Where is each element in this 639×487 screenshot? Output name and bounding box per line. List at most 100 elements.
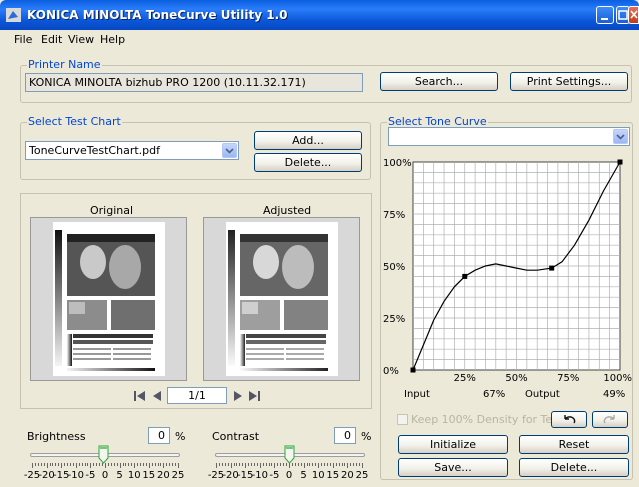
brightness-scale-tick: [102, 463, 104, 466]
chart-x-tick-label: 50%: [505, 373, 527, 384]
keep-density-label: Keep 100% Density for Text: [411, 413, 563, 426]
contrast-scale-label: -10: [251, 470, 268, 481]
contrast-scale-tick: [216, 463, 217, 468]
chevron-down-icon[interactable]: [222, 143, 237, 158]
contrast-scale-tick: [294, 463, 296, 466]
print-settings-button[interactable]: Print Settings...: [510, 72, 628, 91]
title-bar[interactable]: KONICA MINOLTA ToneCurve Utility 1.0: [0, 0, 639, 30]
brightness-scale-tick: [166, 463, 168, 466]
contrast-scale-tick: [341, 463, 343, 466]
brightness-scale-tick: [122, 463, 124, 466]
first-page-icon[interactable]: [133, 390, 147, 402]
brightness-scale-tick: [40, 463, 42, 466]
brightness-scale-tick: [43, 463, 45, 466]
menu-help[interactable]: Help: [100, 33, 125, 46]
brightness-scale-tick: [137, 463, 139, 466]
brightness-scale-tick: [160, 463, 162, 466]
redo-arrow-icon: [603, 415, 615, 424]
contrast-scale-tick: [359, 463, 361, 466]
contrast-scale-tick: [265, 463, 267, 466]
brightness-scale-tick: [157, 463, 159, 466]
contrast-scale-tick: [218, 463, 220, 466]
last-page-icon[interactable]: [247, 390, 261, 402]
page-indicator[interactable]: 1/1: [167, 387, 227, 404]
brightness-scale-tick: [116, 463, 118, 466]
brightness-scale-label: 5: [116, 470, 123, 481]
save-button[interactable]: Save...: [398, 458, 508, 477]
brightness-scale-tick: [64, 463, 66, 466]
menu-view[interactable]: View: [68, 33, 94, 46]
brightness-scale-label: -10: [67, 470, 84, 481]
minimize-button[interactable]: [596, 6, 614, 24]
test-chart-select[interactable]: ToneCurveTestChart.pdf: [25, 141, 239, 160]
undo-arrow-icon: [564, 415, 576, 424]
curve-control-point[interactable]: [549, 265, 555, 271]
previous-page-icon[interactable]: [150, 390, 164, 402]
brightness-scale-label: -5: [85, 470, 96, 481]
reset-button[interactable]: Reset: [519, 435, 629, 454]
brightness-scale-tick: [46, 463, 48, 468]
menu-file[interactable]: File: [14, 33, 32, 46]
contrast-input[interactable]: 0: [334, 427, 356, 444]
test-chart-selected: ToneCurveTestChart.pdf: [29, 144, 160, 157]
brightness-scale-tick: [99, 463, 101, 466]
menu-edit[interactable]: Edit: [41, 33, 62, 46]
brightness-scale-tick: [34, 463, 36, 466]
delete-curve-button[interactable]: Delete...: [519, 458, 629, 477]
contrast-scale-tick: [362, 463, 363, 468]
brightness-scale-tick: [110, 463, 112, 466]
next-page-icon[interactable]: [231, 390, 245, 402]
brightness-scale-tick: [163, 463, 165, 468]
contrast-scale-tick: [271, 463, 273, 466]
contrast-scale-tick: [347, 463, 349, 468]
contrast-scale-tick: [253, 463, 255, 466]
brightness-scale-tick: [90, 463, 92, 468]
printer-name-field[interactable]: KONICA MINOLTA bizhub PRO 1200 (10.11.32…: [25, 73, 363, 92]
brightness-input[interactable]: 0: [148, 427, 170, 444]
redo-button[interactable]: [592, 411, 628, 428]
keep-density-checkbox[interactable]: [397, 414, 408, 425]
brightness-slider-thumb[interactable]: [98, 445, 109, 464]
brightness-scale-tick: [148, 463, 150, 468]
delete-chart-button[interactable]: Delete...: [254, 153, 362, 172]
tone-curve-chart[interactable]: 0% 25% 50% 75% 100% 25% 50% 75% 100%: [383, 150, 637, 386]
brightness-scale-tick: [169, 463, 171, 466]
contrast-scale-tick: [277, 463, 279, 466]
minimize-icon: [601, 18, 608, 20]
tone-curve-select[interactable]: [388, 127, 630, 146]
chevron-down-icon[interactable]: [613, 129, 628, 144]
curve-control-point[interactable]: [617, 159, 623, 165]
contrast-scale-label: -5: [269, 470, 280, 481]
test-chart-group-label: Select Test Chart: [27, 115, 122, 128]
brightness-label: Brightness: [27, 430, 86, 443]
brightness-scale-tick: [142, 463, 144, 466]
brightness-scale-tick: [61, 463, 63, 468]
brightness-scale-tick: [93, 463, 95, 466]
brightness-scale-tick: [78, 463, 80, 466]
contrast-slider-thumb[interactable]: [284, 445, 295, 464]
chart-x-tick-label: 25%: [454, 373, 476, 384]
contrast-scale-tick: [256, 463, 258, 466]
undo-button[interactable]: [551, 411, 587, 428]
brightness-scale-tick: [55, 463, 57, 466]
initialize-button[interactable]: Initialize: [398, 435, 508, 454]
brightness-scale-tick: [96, 463, 98, 466]
brightness-scale-tick: [145, 463, 147, 466]
adjusted-test-chart-image: [228, 230, 328, 371]
brightness-scale-tick: [87, 463, 89, 466]
curve-control-point[interactable]: [410, 367, 416, 373]
contrast-scale-tick: [332, 463, 334, 468]
brightness-scale-tick: [75, 463, 77, 468]
chart-y-tick-label: 100%: [383, 158, 412, 169]
brightness-scale-tick: [69, 463, 71, 466]
curve-control-point[interactable]: [462, 273, 468, 279]
contrast-scale-tick: [245, 463, 247, 468]
search-button[interactable]: Search...: [380, 72, 498, 91]
chart-y-tick-label: 0%: [383, 366, 399, 377]
contrast-scale-tick: [283, 463, 285, 466]
brightness-scale-tick: [128, 463, 130, 466]
contrast-scale-label: 0: [285, 470, 293, 481]
close-button[interactable]: [628, 6, 639, 24]
contrast-scale-tick: [280, 463, 282, 466]
add-chart-button[interactable]: Add...: [254, 131, 362, 150]
